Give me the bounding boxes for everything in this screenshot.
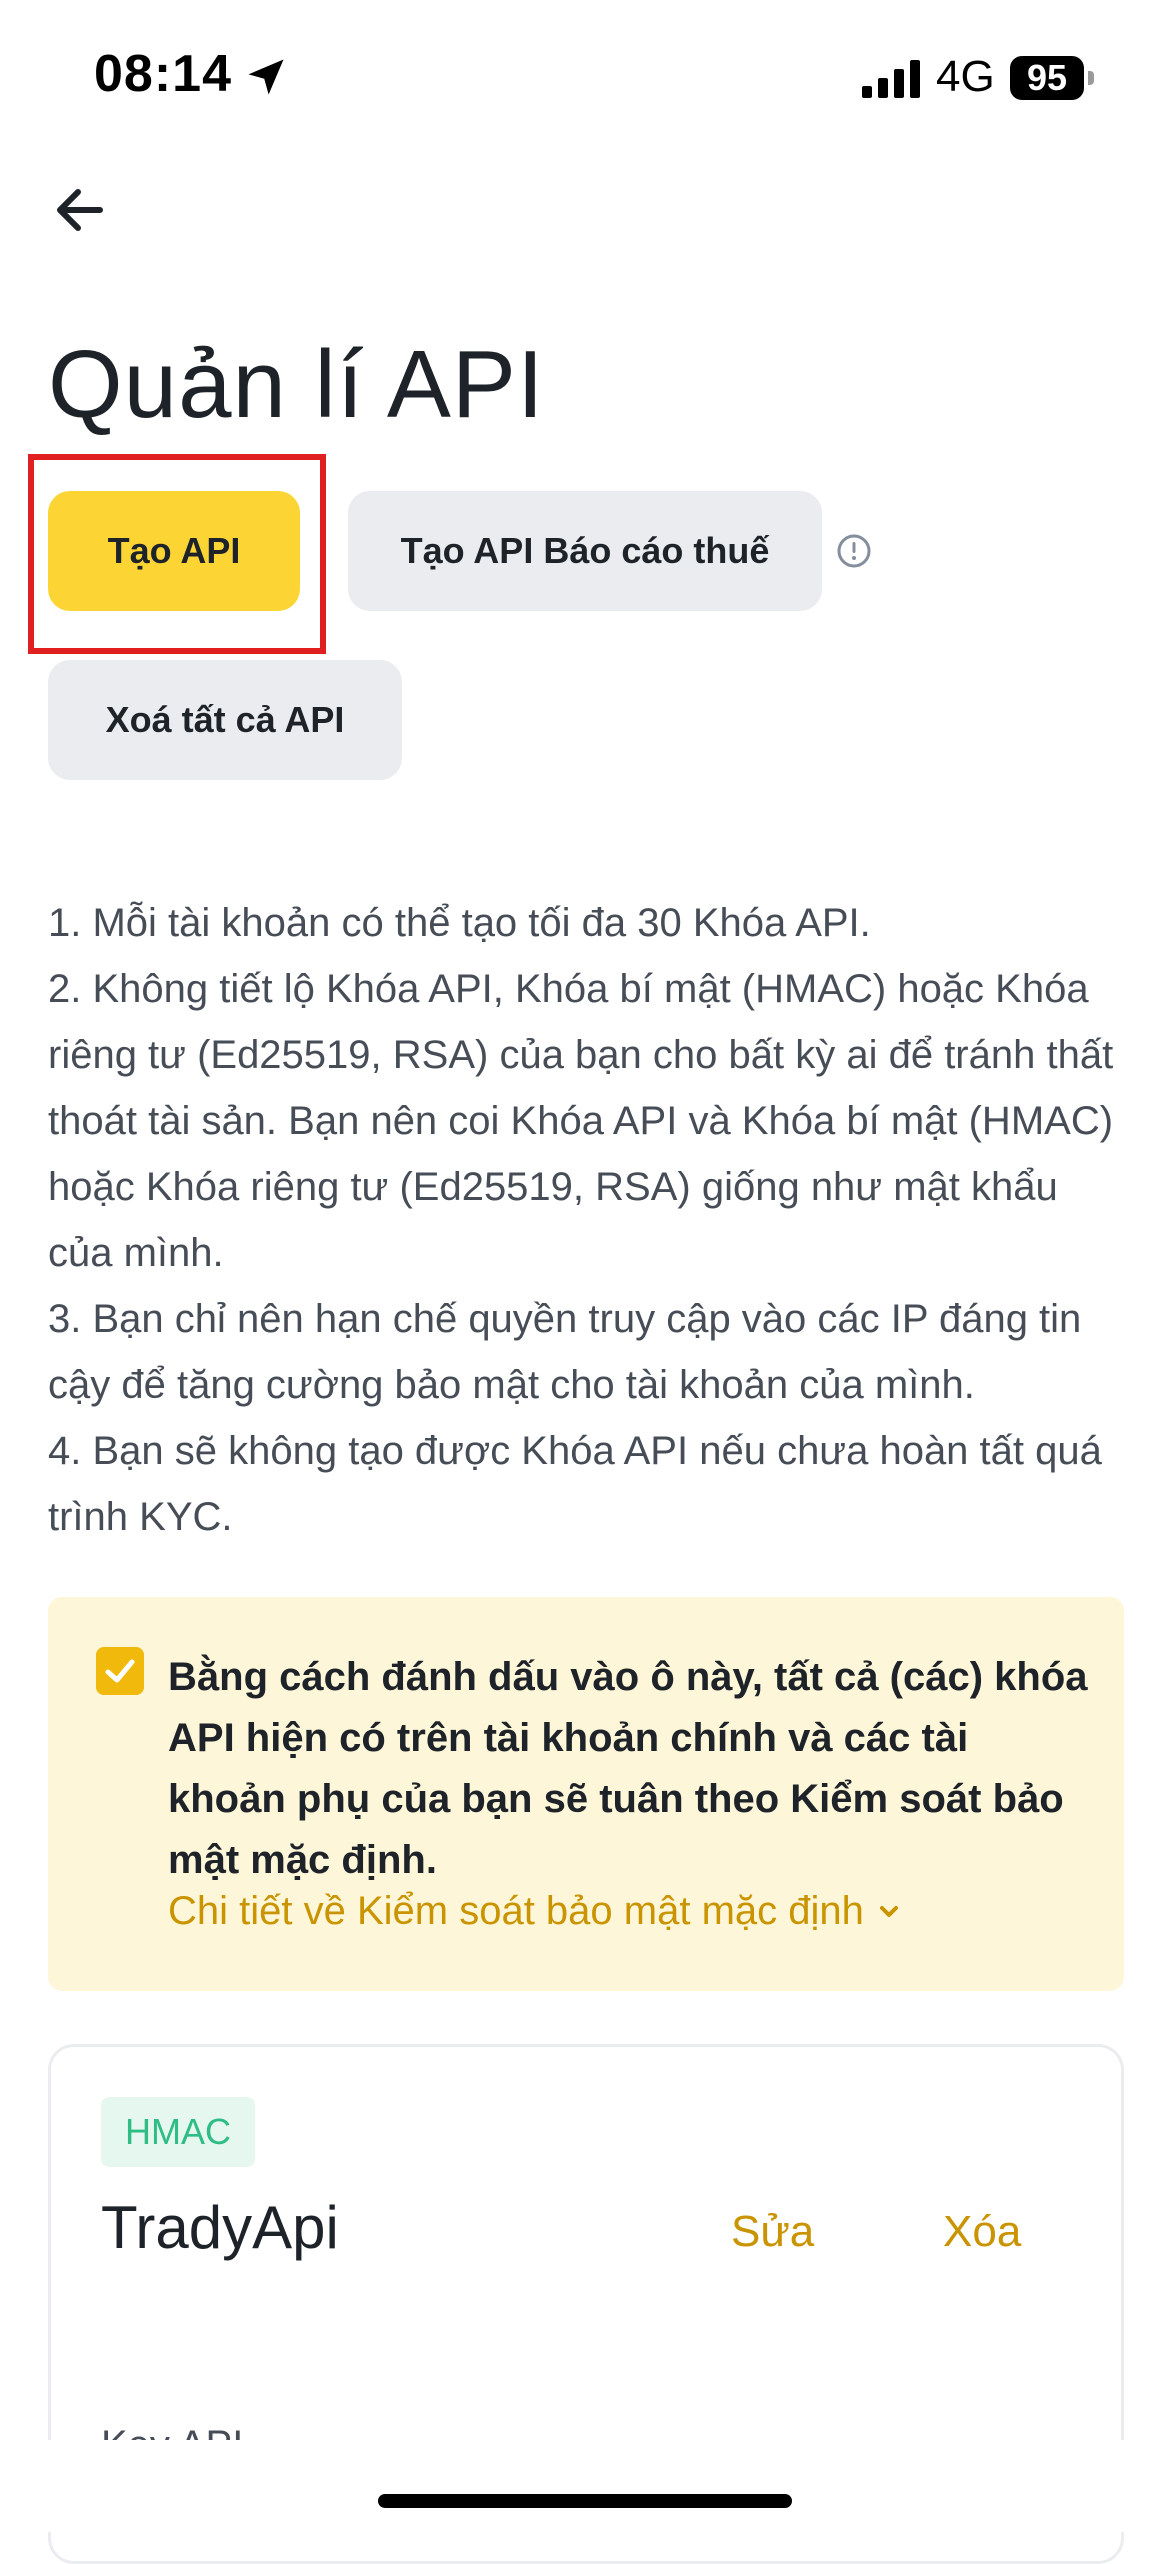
battery-icon: 95 [1010,56,1094,100]
note-item: 1. Mỗi tài khoản có thể tạo tối đa 30 Kh… [48,901,871,945]
status-bar: 08:14 4G 95 [0,0,1170,150]
home-indicator[interactable] [378,2494,792,2508]
page-title: Quản lí API [48,331,545,438]
note-item: 2. Không tiết lộ Khóa API, Khóa bí mật (… [48,967,1114,1275]
location-arrow-icon [248,59,284,95]
key-type-badge: HMAC [101,2097,255,2167]
battery-cap [1088,71,1094,85]
chevron-down-icon [879,1905,898,1917]
signal-bars-icon [862,60,920,98]
edit-api-button[interactable]: Sửa [731,2207,814,2257]
create-api-button[interactable]: Tạo API [48,491,300,611]
delete-all-api-button[interactable]: Xoá tất cả API [48,660,402,780]
api-key-name: TradyApi [101,2194,339,2261]
battery-level: 95 [1010,56,1084,100]
note-item: 3. Bạn chỉ nên hạn chế quyền truy cập và… [48,1297,1082,1407]
back-arrow-icon[interactable] [48,178,112,242]
default-security-panel: Bằng cách đánh dấu vào ô này, tất cả (cá… [48,1597,1124,1991]
api-notes: 1. Mỗi tài khoản có thể tạo tối đa 30 Kh… [48,890,1128,1550]
security-consent-text: Bằng cách đánh dấu vào ô này, tất cả (cá… [168,1655,1088,1882]
security-details-label: Chi tiết về Kiểm soát bảo mật mặc định [168,1889,864,1933]
info-icon[interactable] [836,533,872,569]
create-tax-api-button[interactable]: Tạo API Báo cáo thuế [348,491,822,611]
security-details-link[interactable]: Chi tiết về Kiểm soát bảo mật mặc định [168,1889,904,1934]
status-time: 08:14 [94,45,232,103]
delete-api-button[interactable]: Xóa [943,2207,1021,2257]
network-type: 4G [936,52,995,101]
bottom-safe-area [0,2440,1170,2532]
security-checkbox[interactable] [96,1647,144,1695]
note-item: 4. Bạn sẽ không tạo được Khóa API nếu ch… [48,1429,1102,1539]
